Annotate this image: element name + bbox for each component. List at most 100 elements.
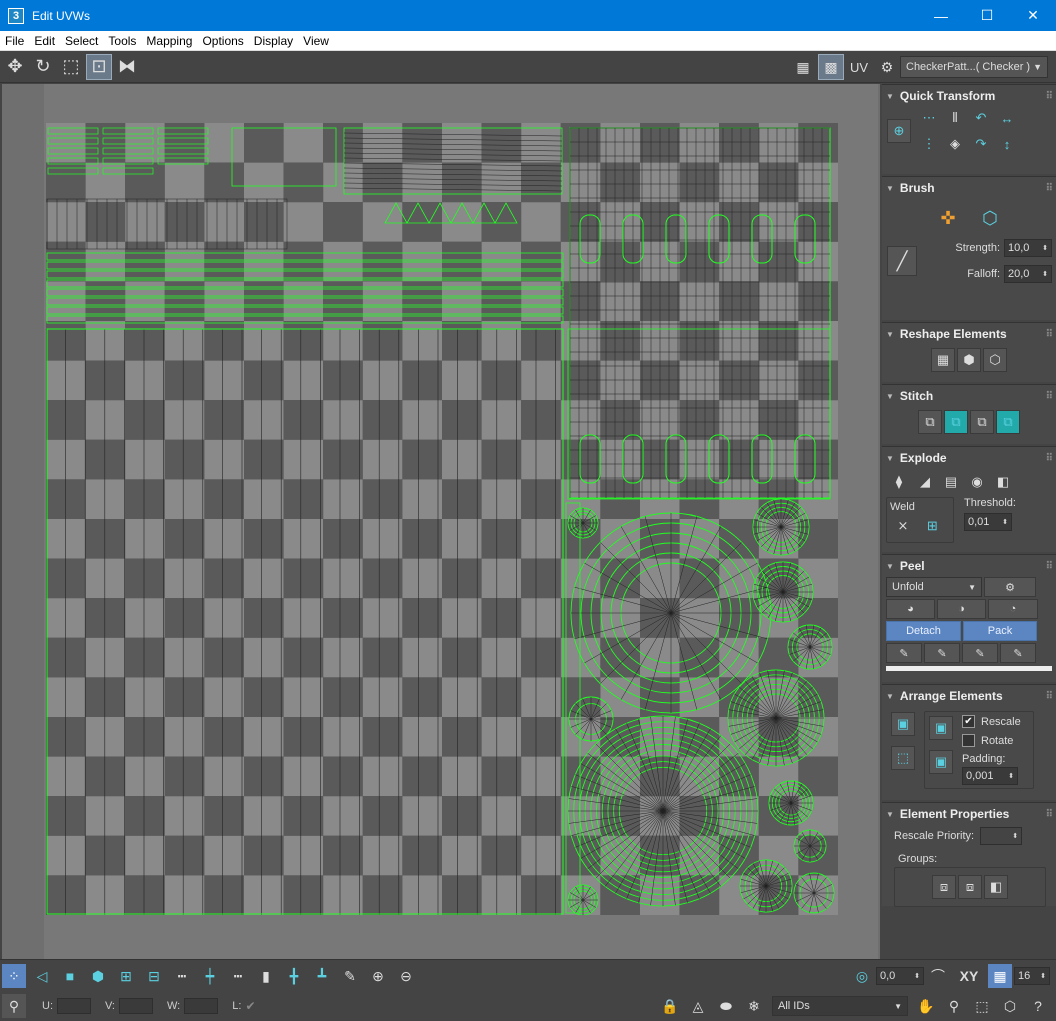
freeform-icon[interactable]: ⊡ xyxy=(86,53,112,80)
peel-mode-dropdown[interactable]: Unfold ▼ xyxy=(886,577,982,597)
section-header[interactable]: ▼ Peel ⠿ xyxy=(886,557,1053,575)
help-icon[interactable]: ? xyxy=(1026,994,1050,1018)
detach-button[interactable]: Detach xyxy=(886,621,961,641)
pack-rescale-icon[interactable]: ▣ xyxy=(929,750,953,774)
section-header[interactable]: ▼ Arrange Elements ⠿ xyxy=(886,687,1053,705)
stitch-source-icon[interactable]: ⧉ xyxy=(944,410,968,434)
section-header[interactable]: ▼ Stitch ⠿ xyxy=(886,387,1053,405)
stitch-avg-icon[interactable]: ⧉ xyxy=(970,410,994,434)
u-field[interactable] xyxy=(57,998,91,1014)
element-mode-icon[interactable]: ⬢ xyxy=(86,964,110,988)
show-map-icon[interactable]: ▩ xyxy=(818,54,844,80)
section-header[interactable]: ▼ Element Properties ⠿ xyxy=(886,805,1053,823)
flatten-icon[interactable]: ◢ xyxy=(913,470,937,494)
falloff-spinner[interactable]: 20,0 ⬍ xyxy=(1004,265,1052,283)
move-icon[interactable]: ✥ xyxy=(2,54,28,80)
rotate-icon[interactable]: ↻ xyxy=(30,54,56,80)
uv-texture-area[interactable] xyxy=(46,123,838,915)
reset-peel-button[interactable]: ◔ xyxy=(988,599,1038,619)
threshold-spinner[interactable]: 0,01 ⬍ xyxy=(964,513,1012,531)
space-vertical-icon[interactable]: ↕ xyxy=(995,132,1019,156)
align-horizontal-icon[interactable]: ⋯ xyxy=(917,106,941,130)
section-header[interactable]: ▼ Reshape Elements ⠿ xyxy=(886,325,1053,343)
relax-settings-icon[interactable]: ⬡ xyxy=(983,348,1007,372)
group-unset-icon[interactable]: ⧈ xyxy=(958,875,982,899)
menu-file[interactable]: File xyxy=(0,34,29,48)
weld-target-icon[interactable]: ⨯ xyxy=(891,514,915,538)
flatten-smooth-icon[interactable]: ◉ xyxy=(965,470,989,494)
hide-icon[interactable]: ◬ xyxy=(686,994,710,1018)
split-icon[interactable]: ◧ xyxy=(991,470,1015,494)
loop-select-icon[interactable]: ┅ xyxy=(170,964,194,988)
brush-size-icon[interactable]: ╱ xyxy=(887,246,917,276)
lock-icon[interactable]: 🔒 xyxy=(658,994,682,1018)
minimize-button[interactable]: — xyxy=(918,0,964,31)
maximize-button[interactable]: ☐ xyxy=(964,0,1010,31)
group-select-icon[interactable]: ◧ xyxy=(984,875,1008,899)
checker-dropdown[interactable]: CheckerPatt...( Checker ) ▼ xyxy=(900,56,1048,78)
rotate-checkbox[interactable] xyxy=(962,734,975,747)
menu-select[interactable]: Select xyxy=(60,34,103,48)
ring-shrink-icon[interactable]: ┻ xyxy=(310,964,334,988)
zoom-icon[interactable]: ⚲ xyxy=(942,994,966,1018)
align-corner-icon[interactable]: ⋮ xyxy=(917,132,941,156)
straighten-icon[interactable]: ▦ xyxy=(931,348,955,372)
flatten-material-icon[interactable]: ▤ xyxy=(939,470,963,494)
zoom-extents-icon[interactable]: ⬡ xyxy=(998,994,1022,1018)
falloff-curve-icon[interactable]: ⌒ xyxy=(926,964,950,988)
close-button[interactable]: ✕ xyxy=(1010,0,1056,31)
menu-mapping[interactable]: Mapping xyxy=(141,34,197,48)
edge-mode-icon[interactable]: ◁ xyxy=(30,964,54,988)
menu-edit[interactable]: Edit xyxy=(29,34,60,48)
ring-select-icon[interactable]: ▮ xyxy=(254,964,278,988)
v-field[interactable] xyxy=(119,998,153,1014)
grow-selection-icon[interactable]: ⊞ xyxy=(114,964,138,988)
loop-grow-icon[interactable]: ┿ xyxy=(198,964,222,988)
pack-button[interactable]: Pack xyxy=(963,621,1037,641)
peel-settings-button[interactable]: ⚙ xyxy=(984,577,1036,597)
stitch-custom-icon[interactable]: ⧉ xyxy=(918,410,942,434)
face-mode-icon[interactable]: ■ xyxy=(58,964,82,988)
menu-options[interactable]: Options xyxy=(197,34,248,48)
section-header[interactable]: ▼ Explode ⠿ xyxy=(886,449,1053,467)
transform-type-icon[interactable]: ⚲ xyxy=(2,994,26,1018)
paint-select-icon[interactable]: ✎ xyxy=(338,964,362,988)
break-icon[interactable]: ⧫ xyxy=(887,470,911,494)
quick-peel-button[interactable]: ◕ xyxy=(886,599,935,619)
paint-grow-icon[interactable]: ⊕ xyxy=(366,964,390,988)
ids-dropdown[interactable]: All IDs ▼ xyxy=(772,996,908,1016)
rotate-cw-icon[interactable]: ↶ xyxy=(969,106,993,130)
grid-spinner[interactable]: 16 ⬍ xyxy=(1014,967,1050,985)
map-settings-icon[interactable]: ⚙ xyxy=(874,54,900,80)
freeze-icon[interactable]: ❄ xyxy=(742,994,766,1018)
checker-icon[interactable]: ▦ xyxy=(790,54,816,80)
pan-icon[interactable]: ✋ xyxy=(914,994,938,1018)
loop-shrink-icon[interactable]: ┅ xyxy=(226,964,250,988)
menu-tools[interactable]: Tools xyxy=(103,34,141,48)
xy-toggle[interactable]: XY xyxy=(954,964,984,988)
stitch-target-icon[interactable]: ⧉ xyxy=(996,410,1020,434)
menu-view[interactable]: View xyxy=(298,34,334,48)
menu-display[interactable]: Display xyxy=(249,34,298,48)
align-vertical-icon[interactable]: ⦀ xyxy=(943,106,967,130)
section-header[interactable]: ▼ Quick Transform ⠿ xyxy=(886,87,1053,105)
ring-grow-icon[interactable]: ╋ xyxy=(282,964,306,988)
space-horizontal-icon[interactable]: ↔ xyxy=(995,106,1019,130)
grid-snap-icon[interactable]: ▦ xyxy=(988,964,1012,988)
select-pins-icon[interactable]: ✎ xyxy=(1000,643,1036,663)
rotate-ccw-icon[interactable]: ↷ xyxy=(969,132,993,156)
peel-mode-button[interactable]: ◑ xyxy=(937,599,986,619)
group-set-icon[interactable]: ⧈ xyxy=(932,875,956,899)
pin-icon[interactable]: ✎ xyxy=(886,643,922,663)
zoom-region-icon[interactable]: ⬚ xyxy=(970,994,994,1018)
rescale-checkbox[interactable]: ✔ xyxy=(962,715,975,728)
soft-select-icon[interactable]: ◎ xyxy=(850,964,874,988)
l-check-icon[interactable]: ✔ xyxy=(245,999,255,1013)
strength-spinner[interactable]: 10,0 ⬍ xyxy=(1004,239,1052,257)
auto-pin-icon[interactable]: ✎ xyxy=(962,643,998,663)
w-field[interactable] xyxy=(184,998,219,1014)
set-pivot-icon[interactable]: ⊕ xyxy=(887,119,911,143)
paint-move-icon[interactable]: ✜ xyxy=(936,206,960,230)
section-header[interactable]: ▼ Brush ⠿ xyxy=(886,179,1053,197)
vertex-mode-icon[interactable]: ⁘ xyxy=(2,964,26,988)
